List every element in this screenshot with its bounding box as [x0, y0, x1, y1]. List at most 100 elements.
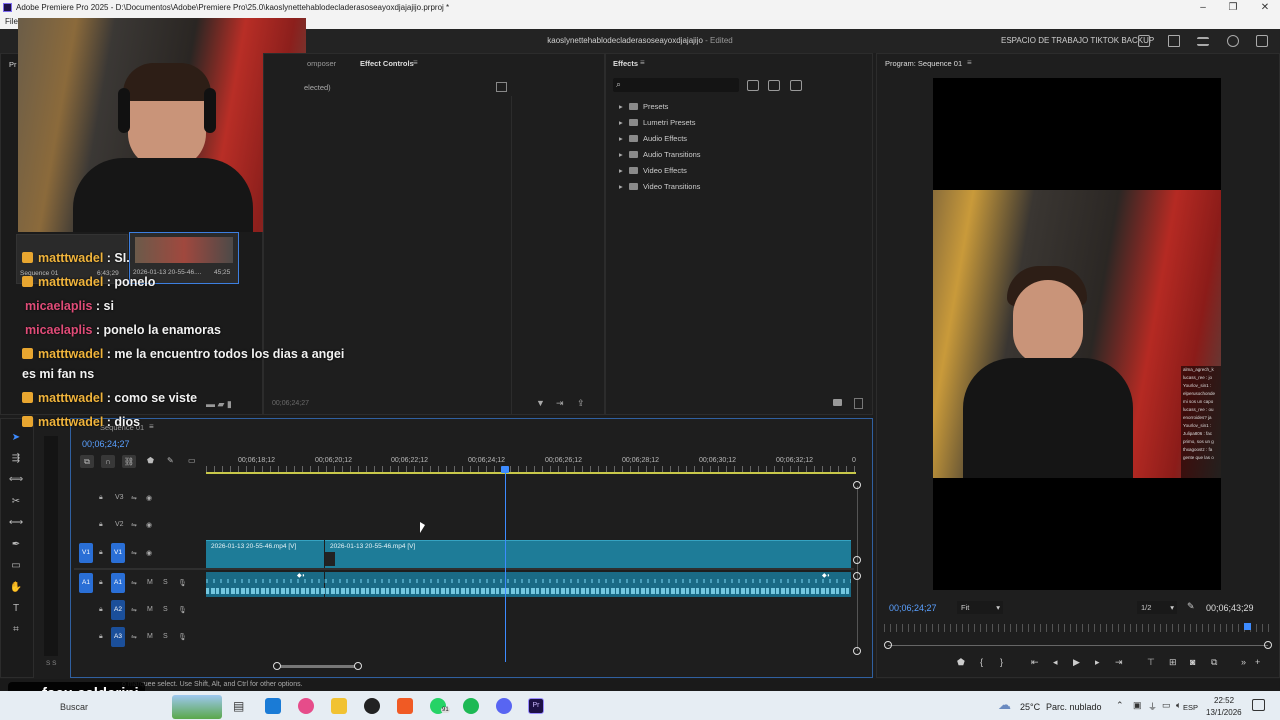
- type-icon[interactable]: T: [8, 601, 24, 617]
- mic-icon[interactable]: 🎙︎: [178, 606, 187, 614]
- caption-icon[interactable]: ⌗: [8, 622, 24, 638]
- obs-icon[interactable]: [364, 698, 380, 714]
- multi-camera-icon[interactable]: ⧉: [1211, 657, 1217, 668]
- scroll-handle[interactable]: [853, 481, 861, 489]
- app-icon[interactable]: [298, 698, 314, 714]
- source-patch-v1[interactable]: V1: [79, 543, 93, 563]
- delete-icon[interactable]: [854, 398, 863, 409]
- eye-icon[interactable]: ◉: [146, 549, 152, 557]
- sync-lock-icon[interactable]: ⇋: [131, 579, 137, 587]
- tab-effects[interactable]: Effects: [613, 59, 638, 68]
- brave-icon[interactable]: [397, 698, 413, 714]
- effects-folder-video-transitions[interactable]: ▸ Video Transitions: [619, 181, 700, 193]
- discord-icon[interactable]: [496, 698, 512, 714]
- playhead-line[interactable]: [505, 470, 506, 662]
- clock-time[interactable]: 22:52: [1214, 696, 1234, 705]
- vertical-scrollbar[interactable]: [857, 486, 858, 651]
- program-video-canvas[interactable]: alma_agrech_k lucass_ree : jo Yourlov_sin1…: [933, 78, 1221, 590]
- resolution-select[interactable]: 1/2 ▾: [1137, 601, 1177, 614]
- usb-icon[interactable]: ⏚: [1148, 700, 1157, 713]
- zoom-select[interactable]: Fit ▾: [957, 601, 1003, 614]
- language-indicator[interactable]: ESP: [1183, 703, 1198, 712]
- nest-icon[interactable]: ⧉: [80, 455, 94, 468]
- yuv-effects-icon[interactable]: [790, 80, 802, 91]
- go-to-in-icon[interactable]: ⇤: [1031, 657, 1039, 668]
- share-icon[interactable]: [1168, 35, 1180, 47]
- sync-lock-icon[interactable]: ⇋: [131, 521, 137, 529]
- wrench-icon[interactable]: ✎: [1187, 601, 1195, 612]
- keyframe-icon[interactable]: ◆◗: [822, 572, 830, 579]
- lock-icon[interactable]: 🔒︎: [99, 606, 103, 614]
- selection-tool-icon[interactable]: ➤: [8, 430, 24, 446]
- microsoft-store-icon[interactable]: [265, 698, 281, 714]
- new-bin-icon[interactable]: [833, 399, 842, 406]
- scroll-handle[interactable]: [853, 572, 861, 580]
- mute-button[interactable]: M: [147, 606, 153, 613]
- workspace-name[interactable]: ESPACIO DE TRABAJO TIKTOK BACKUP: [1001, 29, 1154, 53]
- sync-lock-icon[interactable]: ⇋: [131, 494, 137, 502]
- step-forward-icon[interactable]: ▸: [1095, 657, 1100, 668]
- program-mini-ruler[interactable]: [884, 624, 1272, 632]
- add-button-icon[interactable]: +: [1255, 657, 1260, 667]
- source-patch-a1[interactable]: A1: [79, 573, 93, 593]
- lock-icon[interactable]: 🔒︎: [99, 494, 103, 502]
- 32bit-effects-icon[interactable]: [768, 80, 780, 91]
- program-playhead[interactable]: [1244, 623, 1251, 630]
- weather-desc[interactable]: Parc. nublado: [1046, 702, 1102, 712]
- video-clip-1[interactable]: 2026-01-13 20-55-46.mp4 [V]: [206, 540, 324, 568]
- close-button[interactable]: ✕: [1250, 0, 1280, 15]
- add-marker-icon[interactable]: ⬟: [957, 657, 965, 668]
- expand-panel-icon[interactable]: ⇪: [577, 398, 585, 409]
- camera-icon[interactable]: ◙: [1190, 657, 1195, 667]
- timeline-timecode[interactable]: 00;06;24;27: [82, 439, 130, 449]
- mark-in-icon[interactable]: {: [980, 657, 983, 667]
- tab-menu-icon[interactable]: ≡: [413, 58, 418, 67]
- go-to-out-icon[interactable]: ⇥: [1115, 657, 1123, 668]
- mute-button[interactable]: M: [147, 633, 153, 640]
- tab-composer[interactable]: omposer: [307, 59, 336, 68]
- filter-icon[interactable]: ▼: [536, 398, 545, 408]
- audio-meter-solo[interactable]: S S: [46, 660, 56, 667]
- panel-toggle-icon[interactable]: [496, 82, 507, 92]
- tab-menu-icon[interactable]: ≡: [967, 58, 972, 67]
- step-back-icon[interactable]: ◂: [1053, 657, 1058, 668]
- more-controls-icon[interactable]: »: [1241, 657, 1246, 667]
- weather-icon[interactable]: ☁: [998, 697, 1011, 713]
- scroll-handle[interactable]: [853, 556, 861, 564]
- search-highlight-image[interactable]: [172, 695, 222, 719]
- tab-program[interactable]: Program: Sequence 01: [885, 59, 962, 68]
- mic-icon[interactable]: 🎙︎: [178, 579, 187, 587]
- zoom-handle-left[interactable]: [884, 641, 892, 649]
- pen-icon[interactable]: ✒: [8, 537, 24, 553]
- tab-menu-icon[interactable]: ≡: [149, 422, 154, 431]
- track-target-a2[interactable]: A2: [111, 600, 125, 620]
- sync-lock-icon[interactable]: ⇋: [131, 549, 137, 557]
- extract-icon[interactable]: ⊞: [1169, 657, 1177, 668]
- track-target-a1[interactable]: A1: [111, 573, 125, 593]
- tab-project[interactable]: Pr: [9, 60, 17, 69]
- linked-selection-icon[interactable]: ⛓: [122, 455, 136, 468]
- effects-folder-presets[interactable]: ▸ Presets: [619, 101, 668, 113]
- search-label[interactable]: Buscar: [60, 702, 88, 712]
- tray-chevron-icon[interactable]: ⌃: [1116, 700, 1124, 711]
- effects-search-input[interactable]: ⌕: [613, 78, 739, 92]
- razor-icon[interactable]: ✂: [8, 494, 24, 510]
- mark-out-icon[interactable]: }: [1000, 657, 1003, 667]
- horizontal-scrollbar[interactable]: [277, 665, 358, 668]
- tab-effect-controls[interactable]: Effect Controls: [360, 59, 414, 68]
- fullscreen-icon[interactable]: [1138, 35, 1150, 47]
- zoom-handle-right[interactable]: [1264, 641, 1272, 649]
- track-target-v1[interactable]: V1: [111, 543, 125, 563]
- effects-folder-lumetri[interactable]: ▸ Lumetri Presets: [619, 117, 696, 129]
- accelerated-effects-icon[interactable]: [747, 80, 759, 91]
- zoom-handle-right[interactable]: [354, 662, 362, 670]
- video-clip-2[interactable]: 2026-01-13 20-55-46.mp4 [V]: [325, 540, 851, 568]
- sync-lock-icon[interactable]: ⇋: [131, 633, 137, 641]
- mute-button[interactable]: M: [147, 579, 153, 586]
- mic-icon[interactable]: 🎙︎: [178, 633, 187, 641]
- settings-wrench-icon[interactable]: ✎: [167, 456, 174, 465]
- file-explorer-icon[interactable]: [331, 698, 347, 714]
- collapse-icon[interactable]: [1227, 35, 1239, 47]
- volume-icon[interactable]: 🔈︎: [1176, 700, 1181, 711]
- tab-menu-icon[interactable]: ≡: [640, 58, 645, 67]
